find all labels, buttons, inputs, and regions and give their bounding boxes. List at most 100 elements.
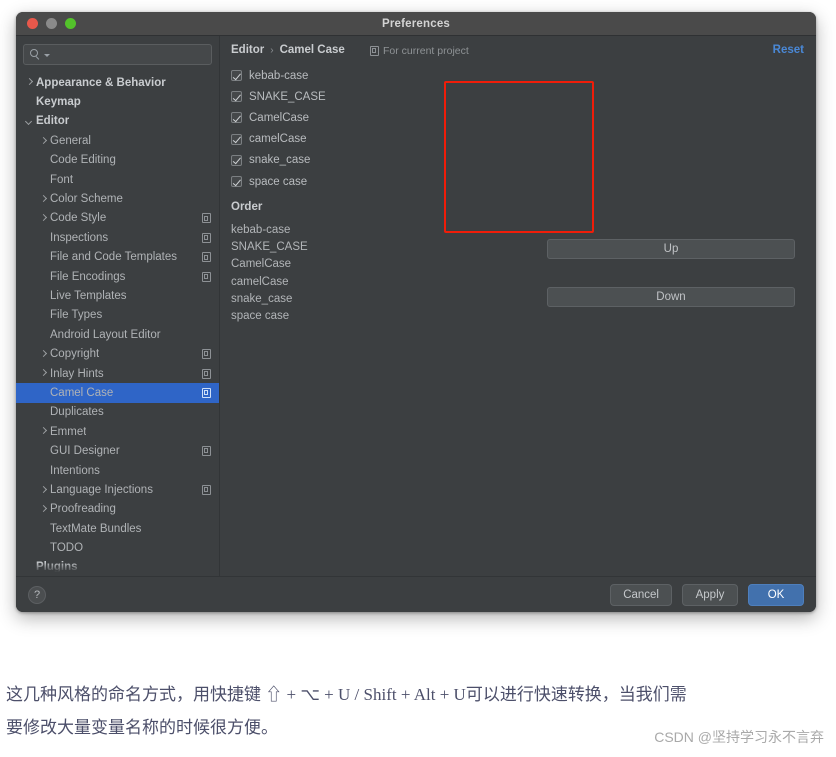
sidebar-item-file-and-code-templates[interactable]: File and Code Templates — [16, 248, 219, 267]
preferences-dialog: Preferences Appearance & Behavior Keymap E… — [16, 12, 816, 612]
footer-button-group: Cancel Apply OK — [610, 584, 804, 606]
chevron-right-icon[interactable] — [39, 427, 48, 436]
sidebar-item-label: General — [50, 134, 91, 147]
order-list-item[interactable]: CamelCase — [231, 256, 308, 273]
checkbox-row[interactable]: kebab-case — [231, 65, 326, 86]
sidebar-item-label: Proofreading — [50, 503, 116, 516]
checkbox-checked-icon[interactable] — [231, 176, 242, 188]
sidebar-item-appearance-behavior[interactable]: Appearance & Behavior — [16, 73, 219, 92]
sidebar-item-inlay-hints[interactable]: Inlay Hints — [16, 364, 219, 383]
checkbox-row[interactable]: camelCase — [231, 129, 326, 150]
chevron-right-icon[interactable] — [39, 485, 48, 494]
sidebar-item-font[interactable]: Font — [16, 170, 219, 189]
sidebar-item-duplicates[interactable]: Duplicates — [16, 403, 219, 422]
sidebar-item-general[interactable]: General — [16, 131, 219, 150]
sidebar-item-copyright[interactable]: Copyright — [16, 344, 219, 363]
window-titlebar: Preferences — [16, 12, 816, 36]
checkbox-row[interactable]: space case — [231, 171, 326, 192]
move-up-button[interactable]: Up — [547, 239, 795, 259]
order-list-item[interactable]: camelCase — [231, 274, 308, 291]
breadcrumb-parent[interactable]: Editor — [231, 44, 264, 56]
sidebar-item-label: GUI Designer — [50, 445, 120, 458]
sidebar-item-label: Code Editing — [50, 154, 116, 167]
sidebar-item-file-encodings[interactable]: File Encodings — [16, 267, 219, 286]
checkbox-checked-icon[interactable] — [231, 91, 242, 103]
chevron-down-icon[interactable] — [25, 117, 34, 126]
checkbox-row[interactable]: CamelCase — [231, 107, 326, 128]
settings-tree[interactable]: Appearance & Behavior Keymap Editor General… — [16, 73, 219, 576]
sidebar-item-label: Editor — [36, 115, 70, 128]
sidebar-item-intentions[interactable]: Intentions — [16, 461, 219, 480]
checkbox-checked-icon[interactable] — [231, 70, 242, 82]
checkbox-checked-icon[interactable] — [231, 133, 242, 145]
sidebar-item-proofreading[interactable]: Proofreading — [16, 500, 219, 519]
sidebar-item-label: File Encodings — [50, 270, 126, 283]
sidebar-item-plugins[interactable]: Plugins — [16, 558, 219, 576]
sidebar-item-label: Camel Case — [50, 386, 114, 399]
reset-link[interactable]: Reset — [773, 44, 804, 56]
chevron-right-icon[interactable] — [39, 136, 48, 145]
sidebar-item-label: Plugins — [36, 561, 78, 574]
checkbox-checked-icon[interactable] — [231, 112, 242, 124]
sidebar-item-label: TODO — [50, 542, 84, 555]
sidebar-item-live-templates[interactable]: Live Templates — [16, 286, 219, 305]
sidebar-item-label: Inlay Hints — [50, 367, 104, 380]
cancel-button[interactable]: Cancel — [610, 584, 672, 606]
help-button[interactable]: ? — [28, 586, 46, 604]
sidebar-item-label: File and Code Templates — [50, 251, 177, 264]
checkbox-row[interactable]: SNAKE_CASE — [231, 86, 326, 107]
sidebar-item-label: Language Injections — [50, 483, 153, 496]
order-list-item[interactable]: snake_case — [231, 291, 308, 308]
chevron-right-icon[interactable] — [39, 195, 48, 204]
project-scope-icon — [202, 387, 211, 398]
ok-button[interactable]: OK — [748, 584, 804, 606]
page-root: Preferences Appearance & Behavior Keymap E… — [0, 0, 836, 757]
minimize-window-button[interactable] — [46, 18, 57, 29]
chevron-right-icon[interactable] — [39, 350, 48, 359]
sidebar-item-textmate-bundles[interactable]: TextMate Bundles — [16, 519, 219, 538]
sidebar-item-keymap[interactable]: Keymap — [16, 92, 219, 111]
chevron-right-icon[interactable] — [39, 369, 48, 378]
sidebar-item-todo[interactable]: TODO — [16, 538, 219, 557]
chevron-right-icon[interactable] — [39, 505, 48, 514]
sidebar-item-gui-designer[interactable]: GUI Designer — [16, 441, 219, 460]
chevron-right-icon[interactable] — [25, 78, 34, 87]
chevron-right-icon[interactable] — [39, 214, 48, 223]
sidebar-item-language-injections[interactable]: Language Injections — [16, 480, 219, 499]
order-section-title: Order — [231, 201, 263, 213]
sidebar-item-android-layout-editor[interactable]: Android Layout Editor — [16, 325, 219, 344]
sidebar-item-label: Duplicates — [50, 406, 104, 419]
sidebar-item-code-editing[interactable]: Code Editing — [16, 151, 219, 170]
sidebar-item-color-scheme[interactable]: Color Scheme — [16, 189, 219, 208]
project-scope-icon — [202, 271, 211, 282]
order-list[interactable]: kebab-case SNAKE_CASE CamelCase camelCase sn… — [231, 222, 308, 325]
sidebar-item-label: Android Layout Editor — [50, 328, 161, 341]
order-list-item[interactable]: kebab-case — [231, 222, 308, 239]
search-input[interactable] — [50, 47, 205, 62]
sidebar-item-editor[interactable]: Editor — [16, 112, 219, 131]
checkbox-row[interactable]: snake_case — [231, 150, 326, 171]
sidebar-item-camel-case[interactable]: Camel Case — [16, 383, 219, 403]
order-list-item[interactable]: SNAKE_CASE — [231, 239, 308, 256]
traffic-light-group — [27, 18, 76, 29]
search-box[interactable] — [23, 44, 212, 65]
sidebar-item-file-types[interactable]: File Types — [16, 306, 219, 325]
sidebar-item-emmet[interactable]: Emmet — [16, 422, 219, 441]
zoom-window-button[interactable] — [65, 18, 76, 29]
search-container — [16, 36, 219, 71]
move-down-button[interactable]: Down — [547, 287, 795, 307]
close-window-button[interactable] — [27, 18, 38, 29]
sidebar-item-code-style[interactable]: Code Style — [16, 209, 219, 228]
order-list-item[interactable]: space case — [231, 308, 308, 325]
checkbox-checked-icon[interactable] — [231, 154, 242, 166]
sidebar-item-label: Live Templates — [50, 289, 127, 302]
apply-button[interactable]: Apply — [682, 584, 738, 606]
sidebar-item-inspections[interactable]: Inspections — [16, 228, 219, 247]
